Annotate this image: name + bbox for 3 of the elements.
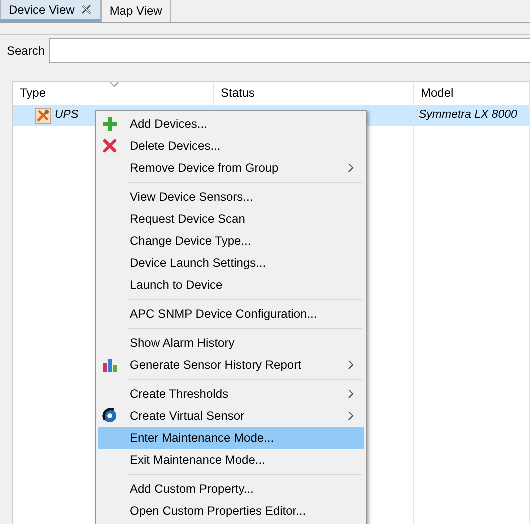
table-cell-text: Symmetra LX 8000 <box>419 108 518 123</box>
search-label: Search <box>7 42 46 60</box>
table-cell-text: UPS <box>55 108 79 123</box>
